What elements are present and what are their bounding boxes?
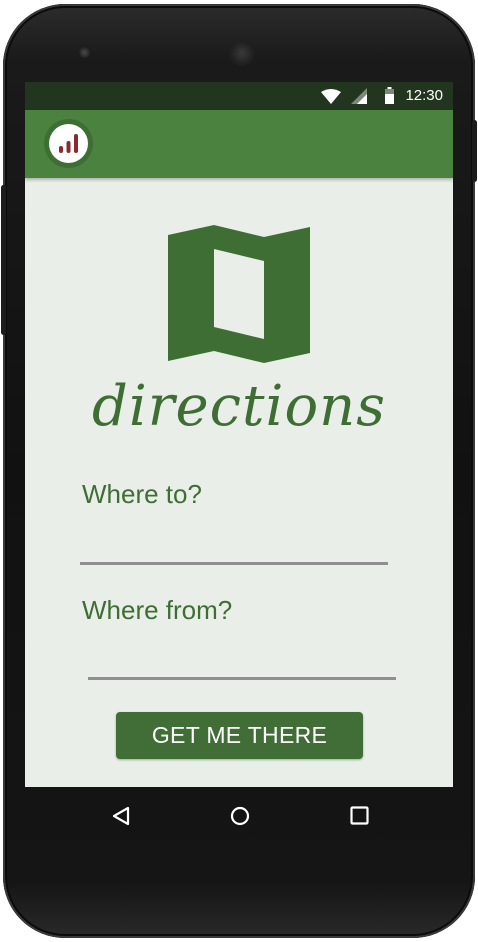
home-icon[interactable]: [230, 806, 250, 826]
folded-map-icon: [168, 225, 310, 363]
front-camera: [79, 47, 90, 58]
power-button[interactable]: [472, 120, 477, 182]
get-me-there-button[interactable]: GET ME THERE: [116, 712, 363, 759]
wifi-icon: [321, 89, 341, 104]
recents-icon[interactable]: [350, 806, 369, 825]
app-bar: [25, 110, 453, 178]
clock: 12:30: [405, 87, 443, 104]
earpiece-speaker: [229, 40, 255, 66]
screen: 12:30 directions Where to? Where from? G…: [25, 82, 453, 787]
back-icon[interactable]: [112, 806, 130, 826]
cell-signal-icon: [351, 88, 367, 104]
destination-input[interactable]: [80, 532, 388, 565]
volume-button[interactable]: [1, 185, 6, 335]
origin-input[interactable]: [88, 647, 396, 680]
app-title: directions: [92, 374, 386, 439]
bar-chart-logo-icon: [49, 124, 88, 163]
destination-label: Where to?: [82, 479, 202, 509]
status-bar: 12:30: [25, 82, 453, 110]
battery-icon: [385, 87, 394, 104]
origin-label: Where from?: [82, 595, 233, 625]
app-logo[interactable]: [44, 119, 93, 168]
